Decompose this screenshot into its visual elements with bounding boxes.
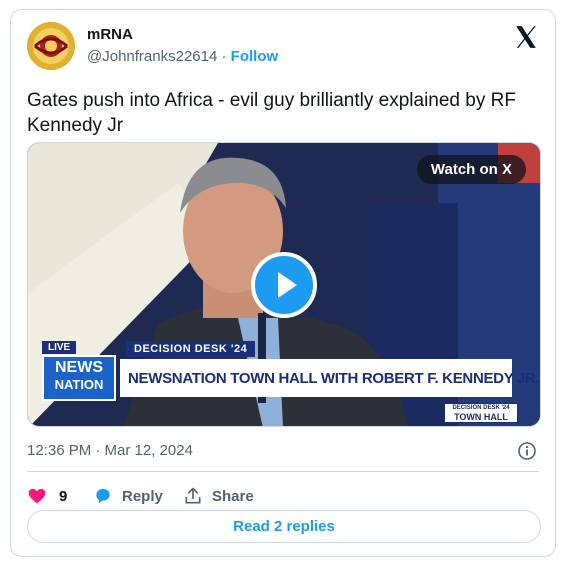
network-logo-top: NEWS: [55, 359, 103, 376]
like-button[interactable]: 9: [27, 482, 67, 510]
share-button[interactable]: Share: [183, 482, 254, 510]
author-handle[interactable]: @Johnfranks22614: [87, 48, 217, 65]
corner-bug-bottom: TOWN HALL: [454, 412, 508, 422]
segment-label: DECISION DESK '24: [126, 341, 256, 357]
read-replies-button[interactable]: Read 2 replies: [27, 510, 541, 543]
network-logo-bottom: NATION: [54, 377, 104, 392]
author-handle-row: @Johnfranks22614 · Follow: [87, 48, 278, 65]
heart-icon: [28, 488, 46, 504]
network-logo: NEWS NATION: [42, 355, 116, 401]
live-badge: LIVE: [42, 341, 77, 354]
divider: [27, 471, 539, 472]
avatar[interactable]: [27, 22, 75, 70]
watch-on-x-button[interactable]: Watch on X: [416, 155, 526, 184]
reply-button[interactable]: Reply: [93, 482, 163, 510]
corner-bug: DECISION DESK '24 TOWN HALL: [444, 403, 518, 423]
headline-bar: NEWSNATION TOWN HALL WITH ROBERT F. KENN…: [120, 359, 540, 397]
play-icon: [278, 272, 297, 298]
avatar-logo-icon: [27, 22, 75, 70]
share-icon: [185, 487, 201, 504]
reply-label: Reply: [122, 487, 163, 505]
reply-bubble-icon: [96, 488, 110, 504]
tweet-card: mRNA @Johnfranks22614 · Follow Gates pus…: [10, 9, 556, 557]
share-label: Share: [212, 487, 254, 505]
author-name[interactable]: mRNA: [87, 26, 133, 43]
tweet-timestamp[interactable]: 12:36 PM · Mar 12, 2024: [27, 442, 193, 459]
x-logo-icon[interactable]: [513, 24, 539, 50]
follow-button[interactable]: Follow: [231, 48, 279, 65]
like-count: 9: [59, 487, 68, 505]
headline-text: NEWSNATION TOWN HALL WITH ROBERT F. KENN…: [128, 369, 540, 387]
video-media[interactable]: LIVE NEWS NATION DECISION DESK '24 NEWSN…: [27, 142, 541, 427]
info-icon[interactable]: [517, 441, 537, 461]
handle-separator: ·: [221, 48, 227, 65]
play-button[interactable]: [251, 252, 317, 318]
action-bar: 9 Reply Share: [27, 482, 541, 510]
tweet-text: Gates push into Africa - evil guy brilli…: [27, 90, 516, 136]
lower-third: LIVE NEWS NATION DECISION DESK '24 NEWSN…: [42, 341, 540, 403]
